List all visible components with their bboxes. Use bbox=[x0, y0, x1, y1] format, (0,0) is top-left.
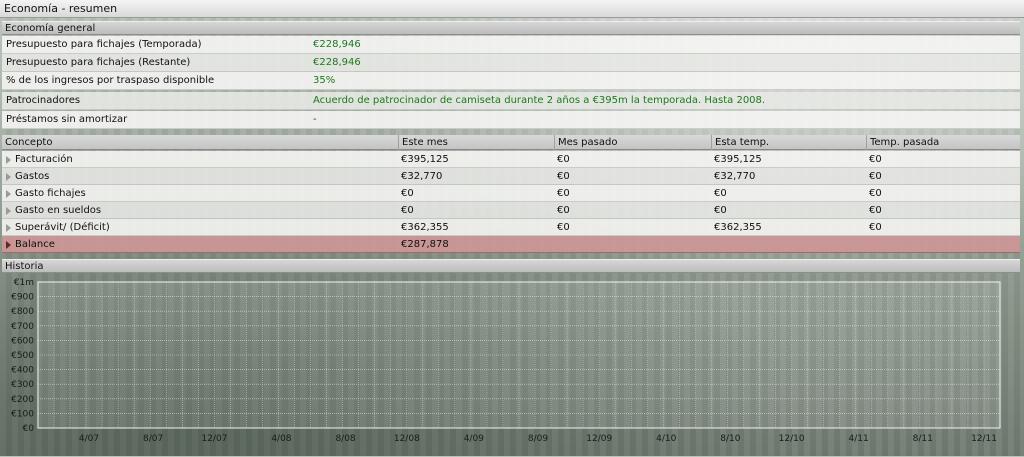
x-tick-label: 8/10 bbox=[720, 434, 740, 444]
y-tick-label: €800 bbox=[11, 307, 34, 317]
col-header-mes-pasado[interactable]: Mes pasado bbox=[554, 135, 711, 150]
table-row-balance[interactable]: Balance €287,878 bbox=[2, 236, 1020, 253]
x-tick-label: 4/11 bbox=[849, 434, 869, 444]
transfer-income-value: 35% bbox=[313, 75, 336, 86]
temp-pasada-cell: €0 bbox=[869, 154, 882, 165]
y-tick-label: €300 bbox=[11, 380, 34, 390]
x-tick-label: 12/11 bbox=[971, 434, 997, 444]
y-tick-label: €600 bbox=[11, 336, 34, 346]
budget-remaining-label: Presupuesto para fichajes (Restante) bbox=[6, 57, 191, 68]
esta-temp-cell: €32,770 bbox=[714, 171, 756, 182]
budget-season-value: €228,946 bbox=[313, 39, 361, 50]
expand-arrow-icon[interactable] bbox=[6, 241, 11, 249]
table-row-gasto-fichajes[interactable]: Gasto fichajes €0 €0 €0 €0 bbox=[2, 185, 1020, 202]
este-mes-cell: €0 bbox=[401, 188, 414, 199]
sponsors-value[interactable]: Acuerdo de patrocinador de camiseta dura… bbox=[313, 92, 765, 110]
expand-arrow-icon[interactable] bbox=[6, 224, 11, 232]
expand-arrow-icon[interactable] bbox=[6, 190, 11, 198]
esta-temp-cell: €0 bbox=[714, 188, 727, 199]
x-tick-label: 4/10 bbox=[656, 434, 676, 444]
history-chart: €1m €900 €800 €700 €600 €500 €400 €300 €200 €100 €… bbox=[2, 274, 1020, 454]
mes-pasado-cell: €0 bbox=[557, 171, 570, 182]
table-row-gasto-sueldos[interactable]: Gasto en sueldos €0 €0 €0 €0 bbox=[2, 202, 1020, 219]
este-mes-cell: €395,125 bbox=[401, 154, 449, 165]
col-header-esta-temp[interactable]: Esta temp. bbox=[711, 135, 866, 150]
expand-arrow-icon[interactable] bbox=[6, 207, 11, 215]
col-header-este-mes[interactable]: Este mes bbox=[398, 135, 554, 150]
sponsors-row: Patrocinadores Acuerdo de patrocinador d… bbox=[2, 92, 1020, 110]
y-tick-label: €900 bbox=[11, 293, 34, 303]
transfer-income-row: % de los ingresos por traspaso disponibl… bbox=[2, 72, 1020, 90]
transfer-income-label: % de los ingresos por traspaso disponibl… bbox=[6, 75, 215, 86]
esta-temp-cell: €362,355 bbox=[714, 222, 762, 233]
mes-pasado-cell bbox=[554, 236, 557, 253]
x-tick-label: 12/10 bbox=[779, 434, 805, 444]
col-header-temp-pasada[interactable]: Temp. pasada bbox=[866, 135, 1020, 150]
y-tick-label: €500 bbox=[11, 351, 34, 361]
esta-temp-cell: €0 bbox=[714, 205, 727, 216]
temp-pasada-cell: €0 bbox=[869, 205, 882, 216]
x-tick-label: 8/11 bbox=[913, 434, 933, 444]
history-chart-svg: €1m €900 €800 €700 €600 €500 €400 €300 €200 €100 €… bbox=[11, 278, 1001, 444]
concept-cell: Gasto en sueldos bbox=[15, 205, 102, 216]
expand-arrow-icon[interactable] bbox=[6, 173, 11, 181]
y-tick-label: €100 bbox=[11, 409, 34, 419]
y-tick-label: €0 bbox=[23, 424, 35, 434]
x-tick-label: 12/09 bbox=[586, 434, 612, 444]
budget-remaining-value: €228,946 bbox=[313, 57, 361, 68]
mes-pasado-cell: €0 bbox=[557, 205, 570, 216]
este-mes-cell: €0 bbox=[401, 205, 414, 216]
temp-pasada-cell: €0 bbox=[869, 171, 882, 182]
temp-pasada-cell bbox=[866, 236, 869, 253]
table-row-facturacion[interactable]: Facturación €395,125 €0 €395,125 €0 bbox=[2, 151, 1020, 168]
este-mes-cell: €287,878 bbox=[401, 239, 449, 250]
y-tick-label: €700 bbox=[11, 322, 34, 332]
x-tick-label: 8/09 bbox=[528, 434, 548, 444]
x-tick-label: 4/09 bbox=[464, 434, 484, 444]
loans-value: - bbox=[313, 114, 317, 125]
budget-season-label: Presupuesto para fichajes (Temporada) bbox=[6, 39, 202, 50]
temp-pasada-cell: €0 bbox=[869, 222, 882, 233]
y-tick-label: €1m bbox=[14, 278, 34, 288]
col-header-concepto[interactable]: Concepto bbox=[2, 135, 398, 150]
y-tick-label: €200 bbox=[11, 395, 34, 405]
x-tick-label: 12/08 bbox=[394, 434, 420, 444]
section-header-general: Economía general bbox=[2, 21, 1020, 35]
esta-temp-cell: €395,125 bbox=[714, 154, 762, 165]
concept-cell: Gastos bbox=[15, 171, 50, 182]
mes-pasado-cell: €0 bbox=[557, 222, 570, 233]
x-tick-label: 4/07 bbox=[79, 434, 99, 444]
budget-remaining-row: Presupuesto para fichajes (Restante) €22… bbox=[2, 54, 1020, 72]
sponsors-label: Patrocinadores bbox=[6, 95, 81, 106]
mes-pasado-cell: €0 bbox=[557, 188, 570, 199]
table-row-superavit[interactable]: Superávit/ (Déficit) €362,355 €0 €362,35… bbox=[2, 219, 1020, 236]
budget-season-row: Presupuesto para fichajes (Temporada) €2… bbox=[2, 36, 1020, 54]
x-tick-label: 8/07 bbox=[143, 434, 163, 444]
finance-table-header: Concepto Este mes Mes pasado Esta temp. … bbox=[2, 135, 1020, 150]
mes-pasado-cell: €0 bbox=[557, 154, 570, 165]
concept-cell: Balance bbox=[15, 239, 55, 250]
este-mes-cell: €32,770 bbox=[401, 171, 443, 182]
esta-temp-cell bbox=[711, 236, 714, 253]
loans-row: Préstamos sin amortizar - bbox=[2, 111, 1020, 129]
x-tick-label: 8/08 bbox=[335, 434, 355, 444]
section-header-history: Historia bbox=[2, 259, 1020, 273]
concept-cell: Superávit/ (Déficit) bbox=[15, 222, 110, 233]
table-row-gastos[interactable]: Gastos €32,770 €0 €32,770 €0 bbox=[2, 168, 1020, 185]
concept-cell: Gasto fichajes bbox=[15, 188, 86, 199]
loans-label: Préstamos sin amortizar bbox=[6, 114, 128, 125]
window-title: Economía - resumen bbox=[0, 0, 1024, 18]
concept-cell: Facturación bbox=[15, 154, 73, 165]
este-mes-cell: €362,355 bbox=[401, 222, 449, 233]
y-tick-label: €400 bbox=[11, 366, 34, 376]
x-tick-label: 4/08 bbox=[271, 434, 291, 444]
temp-pasada-cell: €0 bbox=[869, 188, 882, 199]
expand-arrow-icon[interactable] bbox=[6, 156, 11, 164]
x-tick-label: 12/07 bbox=[201, 434, 227, 444]
